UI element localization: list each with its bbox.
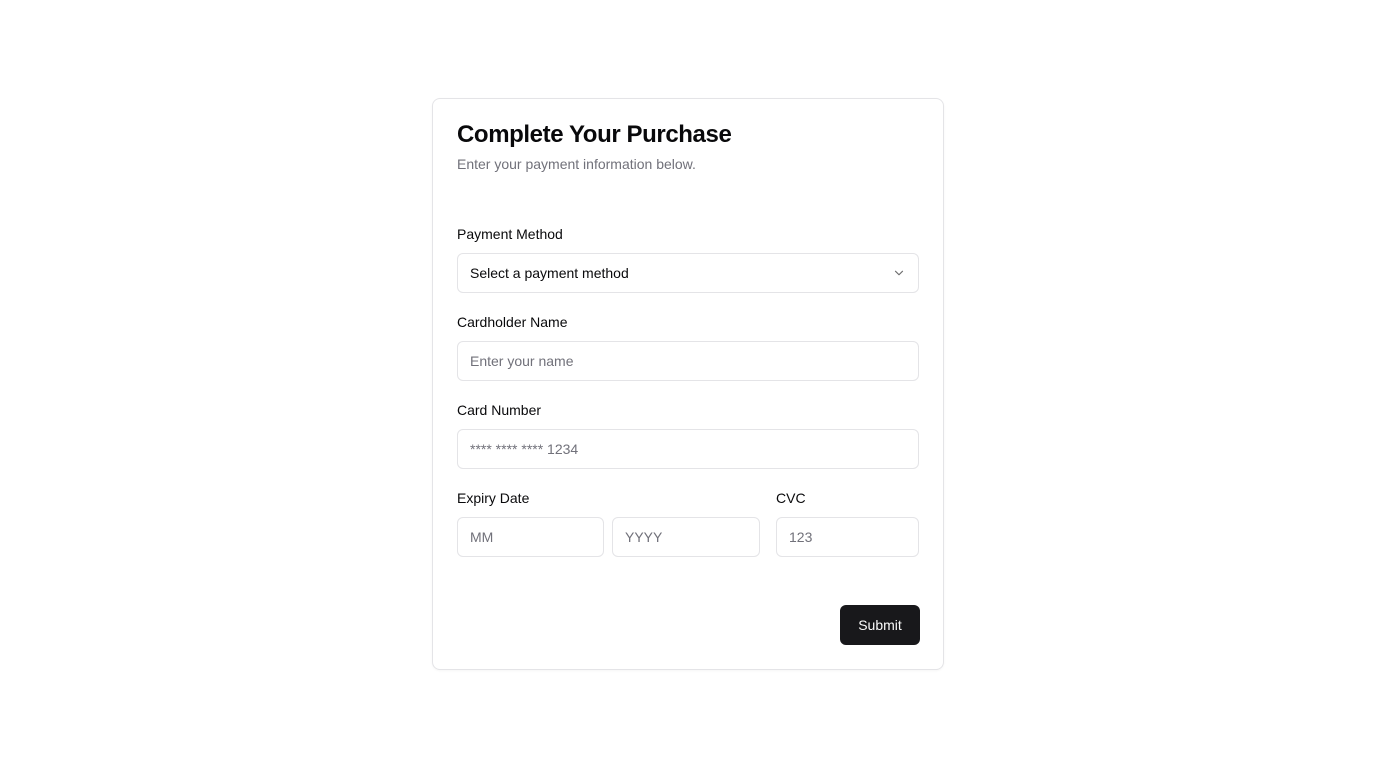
cardholder-name-field-wrap bbox=[457, 341, 919, 381]
chevron-down-icon bbox=[892, 266, 906, 280]
form-header: Complete Your Purchase Enter your paymen… bbox=[457, 121, 732, 173]
expiry-month-field-wrap bbox=[457, 517, 604, 557]
cvc-field-wrap bbox=[776, 517, 919, 557]
expiry-year-input[interactable] bbox=[613, 518, 759, 556]
card-number-label: Card Number bbox=[457, 402, 542, 418]
expiry-month-input[interactable] bbox=[458, 518, 603, 556]
page-title: Complete Your Purchase bbox=[457, 121, 732, 148]
cardholder-name-input[interactable] bbox=[458, 342, 918, 380]
cvc-input[interactable] bbox=[777, 518, 918, 556]
payment-method-value: Select a payment method bbox=[470, 265, 629, 281]
expiry-date-label: Expiry Date bbox=[457, 490, 530, 506]
cardholder-name-label: Cardholder Name bbox=[457, 314, 568, 330]
page-subtitle: Enter your payment information below. bbox=[457, 156, 696, 172]
submit-button[interactable]: Submit bbox=[840, 605, 920, 645]
payment-form-card: Complete Your Purchase Enter your paymen… bbox=[432, 98, 944, 670]
payment-method-label: Payment Method bbox=[457, 226, 563, 242]
card-number-field-wrap bbox=[457, 429, 919, 469]
card-number-input[interactable] bbox=[458, 430, 918, 468]
cvc-label: CVC bbox=[776, 490, 806, 506]
payment-method-select[interactable]: Select a payment method bbox=[457, 253, 919, 293]
expiry-year-field-wrap bbox=[612, 517, 760, 557]
